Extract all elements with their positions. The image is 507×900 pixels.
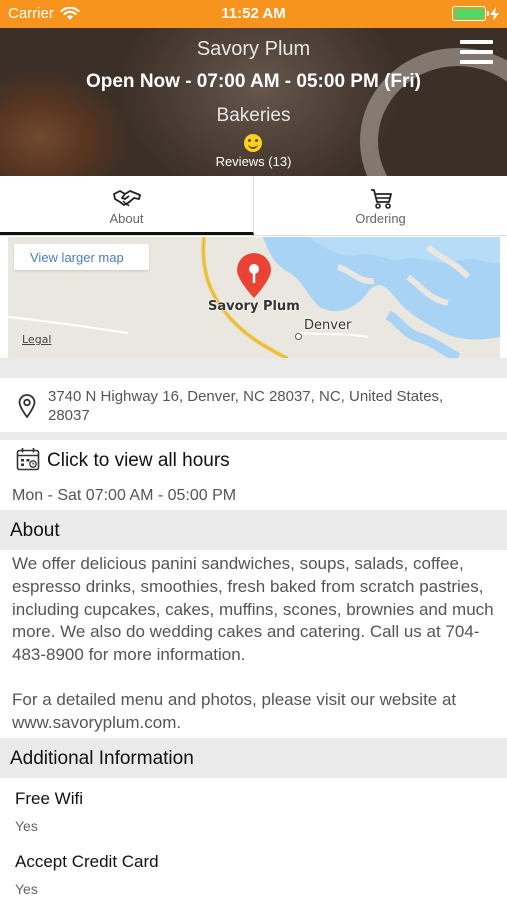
map-view[interactable]: View larger map Savory Plum Denver Legal bbox=[8, 237, 500, 358]
view-all-hours-button[interactable]: Click to view all hours bbox=[0, 440, 507, 482]
town-dot-icon bbox=[295, 333, 302, 340]
additional-info-heading: Additional Information bbox=[0, 738, 507, 778]
charging-icon bbox=[490, 6, 499, 21]
address-text: 3740 N Highway 16, Denver, NC 28037, NC,… bbox=[48, 388, 444, 424]
tab-about[interactable]: About bbox=[0, 176, 254, 235]
tab-bar: About Ordering bbox=[0, 176, 507, 236]
info-title-credit-card: Accept Credit Card bbox=[15, 852, 159, 871]
about-website-paragraph[interactable]: For a detailed menu and photos, please v… bbox=[12, 689, 497, 735]
divider bbox=[0, 358, 507, 378]
business-name: Savory Plum bbox=[196, 38, 311, 60]
open-hours: Open Now - 07:00 AM - 05:00 PM (Fri) bbox=[85, 71, 421, 92]
map-pin-icon[interactable] bbox=[235, 253, 273, 299]
hero-banner: Savory Plum Open Now - 07:00 AM - 05:00 … bbox=[0, 28, 507, 176]
status-bar: Carrier 11:52 AM bbox=[0, 0, 507, 28]
map-place-label: Savory Plum bbox=[208, 299, 300, 314]
smiley-icon bbox=[244, 134, 262, 152]
info-value-credit-card: Yes bbox=[15, 881, 38, 897]
tab-about-label: About bbox=[109, 211, 144, 226]
clock: 11:52 AM bbox=[221, 5, 286, 22]
about-paragraph: We offer delicious panini sandwiches, so… bbox=[12, 554, 494, 665]
battery-group bbox=[452, 6, 499, 21]
handshake-icon bbox=[112, 190, 141, 207]
hamburger-menu-icon[interactable] bbox=[460, 40, 493, 64]
view-all-hours-label: Click to view all hours bbox=[47, 450, 230, 471]
cart-icon bbox=[370, 189, 392, 209]
map-town-label: Denver bbox=[304, 318, 352, 333]
hours-summary: Mon - Sat 07:00 AM - 05:00 PM bbox=[12, 487, 237, 504]
about-description: We offer delicious panini sandwiches, so… bbox=[12, 553, 497, 735]
battery-icon bbox=[452, 6, 489, 21]
view-larger-map-button[interactable]: View larger map bbox=[14, 244, 149, 270]
tab-ordering-label: Ordering bbox=[355, 211, 406, 226]
address-row[interactable]: 3740 N Highway 16, Denver, NC 28037, NC,… bbox=[0, 378, 507, 432]
business-category: Bakeries bbox=[216, 105, 291, 126]
tab-ordering[interactable]: Ordering bbox=[254, 176, 507, 235]
location-pin-icon bbox=[18, 394, 36, 418]
divider bbox=[0, 432, 507, 440]
info-title-free-wifi: Free Wifi bbox=[15, 789, 83, 808]
reviews-link[interactable]: Reviews (13) bbox=[0, 154, 507, 169]
info-value-free-wifi: Yes bbox=[15, 818, 38, 834]
about-heading: About bbox=[0, 510, 507, 550]
map-legal-link[interactable]: Legal bbox=[22, 333, 51, 346]
calendar-icon bbox=[16, 448, 40, 471]
